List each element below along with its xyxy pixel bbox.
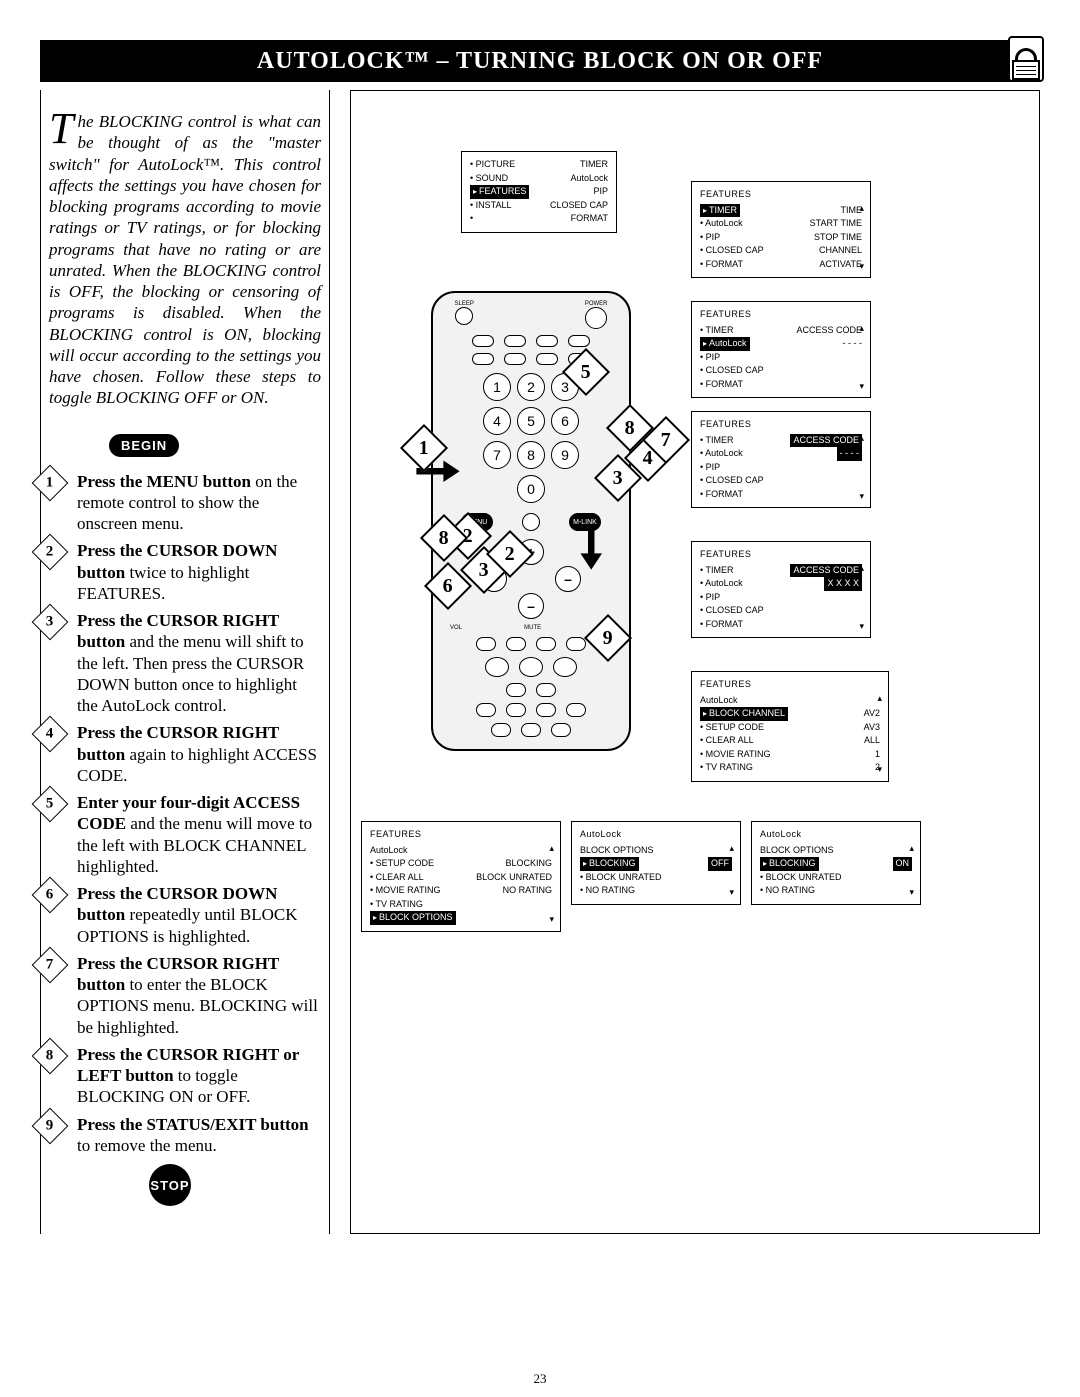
osd-menu-blocking-off: AutoLockBLOCK OPTIONSBLOCKINGOFFBLOCK UN… [571, 821, 741, 905]
begin-badge: BEGIN [109, 434, 179, 457]
step-5: 5Enter your four-digit ACCESS CODE and t… [49, 792, 321, 877]
remote-num-5: 5 [517, 407, 545, 435]
osd-menu-main: PICTURETIMERSOUNDAutoLockFEATURESPIPINST… [461, 151, 617, 233]
remote-num-7: 7 [483, 441, 511, 469]
page-number: 23 [40, 1371, 1040, 1387]
remote-num-9: 9 [551, 441, 579, 469]
step-7: 7Press the CURSOR RIGHT button to enter … [49, 953, 321, 1038]
osd-menu-access-code-blank: FEATURESTIMERACCESS CODEAutoLock- - - -P… [691, 411, 871, 508]
osd-menu-blocking-on: AutoLockBLOCK OPTIONSBLOCKINGONBLOCK UNR… [751, 821, 921, 905]
remote-num-blank [483, 475, 511, 503]
remote-num-2: 2 [517, 373, 545, 401]
remote-num-1: 1 [483, 373, 511, 401]
intro-text: The BLOCKING control is what can be thou… [49, 111, 321, 409]
osd-menu-block-options-hl: FEATURESAutoLockSETUP CODEBLOCKINGCLEAR … [361, 821, 561, 932]
osd-menu-access-code-entered: FEATURESTIMERACCESS CODEAutoLockX X X XP… [691, 541, 871, 638]
remote-num-4: 4 [483, 407, 511, 435]
step-2: 2Press the CURSOR DOWN button twice to h… [49, 540, 321, 604]
stop-badge: STOP [149, 1164, 191, 1206]
hand-pointer-icon [561, 521, 615, 575]
instructions-column: The BLOCKING control is what can be thou… [40, 90, 330, 1234]
osd-menu-features-autolock: FEATURESTIMERACCESS CODEAutoLock- - - -P… [691, 301, 871, 398]
remote-num-blank [551, 475, 579, 503]
step-4: 4Press the CURSOR RIGHT button again to … [49, 722, 321, 786]
step-9: 9Press the STATUS/EXIT button to remove … [49, 1114, 321, 1157]
page-title: AUTOLOCK™ – TURNING BLOCK ON OR OFF [40, 40, 1040, 82]
remote-num-6: 6 [551, 407, 579, 435]
remote-num-8: 8 [517, 441, 545, 469]
osd-menu-autolock-list: FEATURESAutoLockBLOCK CHANNELAV2SETUP CO… [691, 671, 889, 782]
step-3: 3Press the CURSOR RIGHT button and the m… [49, 610, 321, 716]
step-1: 1Press the MENU button on the remote con… [49, 471, 321, 535]
lock-icon [1008, 36, 1044, 82]
diagram-panel: PICTURETIMERSOUNDAutoLockFEATURESPIPINST… [350, 90, 1040, 1234]
osd-menu-features-timer: FEATURESTIMERTIMEAutoLockSTART TIMEPIPST… [691, 181, 871, 278]
remote-num-0: 0 [517, 475, 545, 503]
step-6: 6Press the CURSOR DOWN button repeatedly… [49, 883, 321, 947]
step-8: 8Press the CURSOR RIGHT or LEFT button t… [49, 1044, 321, 1108]
